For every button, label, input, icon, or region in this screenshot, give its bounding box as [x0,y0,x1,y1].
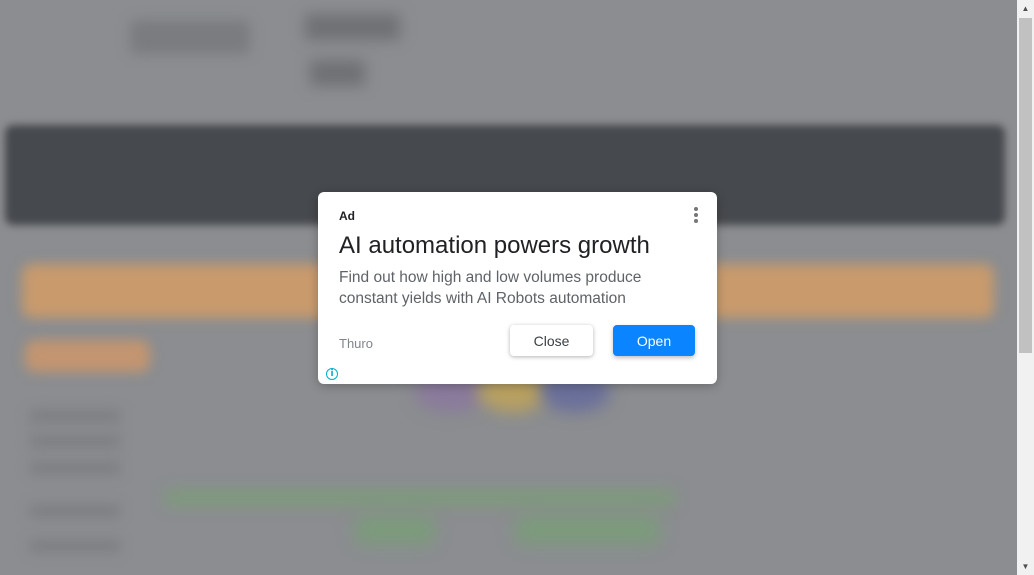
ad-headline[interactable]: AI automation powers growth [339,232,650,260]
sidebar-item [30,435,120,447]
sidebar-item [30,410,120,422]
content-line [165,490,675,506]
sidebar-item [30,505,120,517]
ad-body-text[interactable]: Find out how high and low volumes produc… [339,267,689,309]
content-button [355,515,435,545]
site-logo [130,20,250,54]
sidebar-item [30,540,120,552]
sidebar-item [30,462,120,474]
content-button [515,515,660,545]
ad-dialog: Ad AI automation powers growth Find out … [318,192,717,384]
open-button[interactable]: Open [613,325,695,356]
scroll-down-arrow-icon[interactable]: ▼ [1017,558,1034,575]
nav-link [305,14,400,40]
more-vert-icon[interactable] [690,207,702,227]
vertical-scrollbar[interactable]: ▲ ▼ [1017,0,1034,575]
promo-button [25,340,150,372]
advertiser-name[interactable]: Thuro [339,336,373,351]
scroll-up-arrow-icon[interactable]: ▲ [1017,0,1034,17]
nav-link [310,60,365,86]
close-button[interactable]: Close [510,325,593,356]
info-icon[interactable]: i [326,368,338,380]
ad-label: Ad [339,209,355,223]
scroll-thumb[interactable] [1019,18,1032,353]
